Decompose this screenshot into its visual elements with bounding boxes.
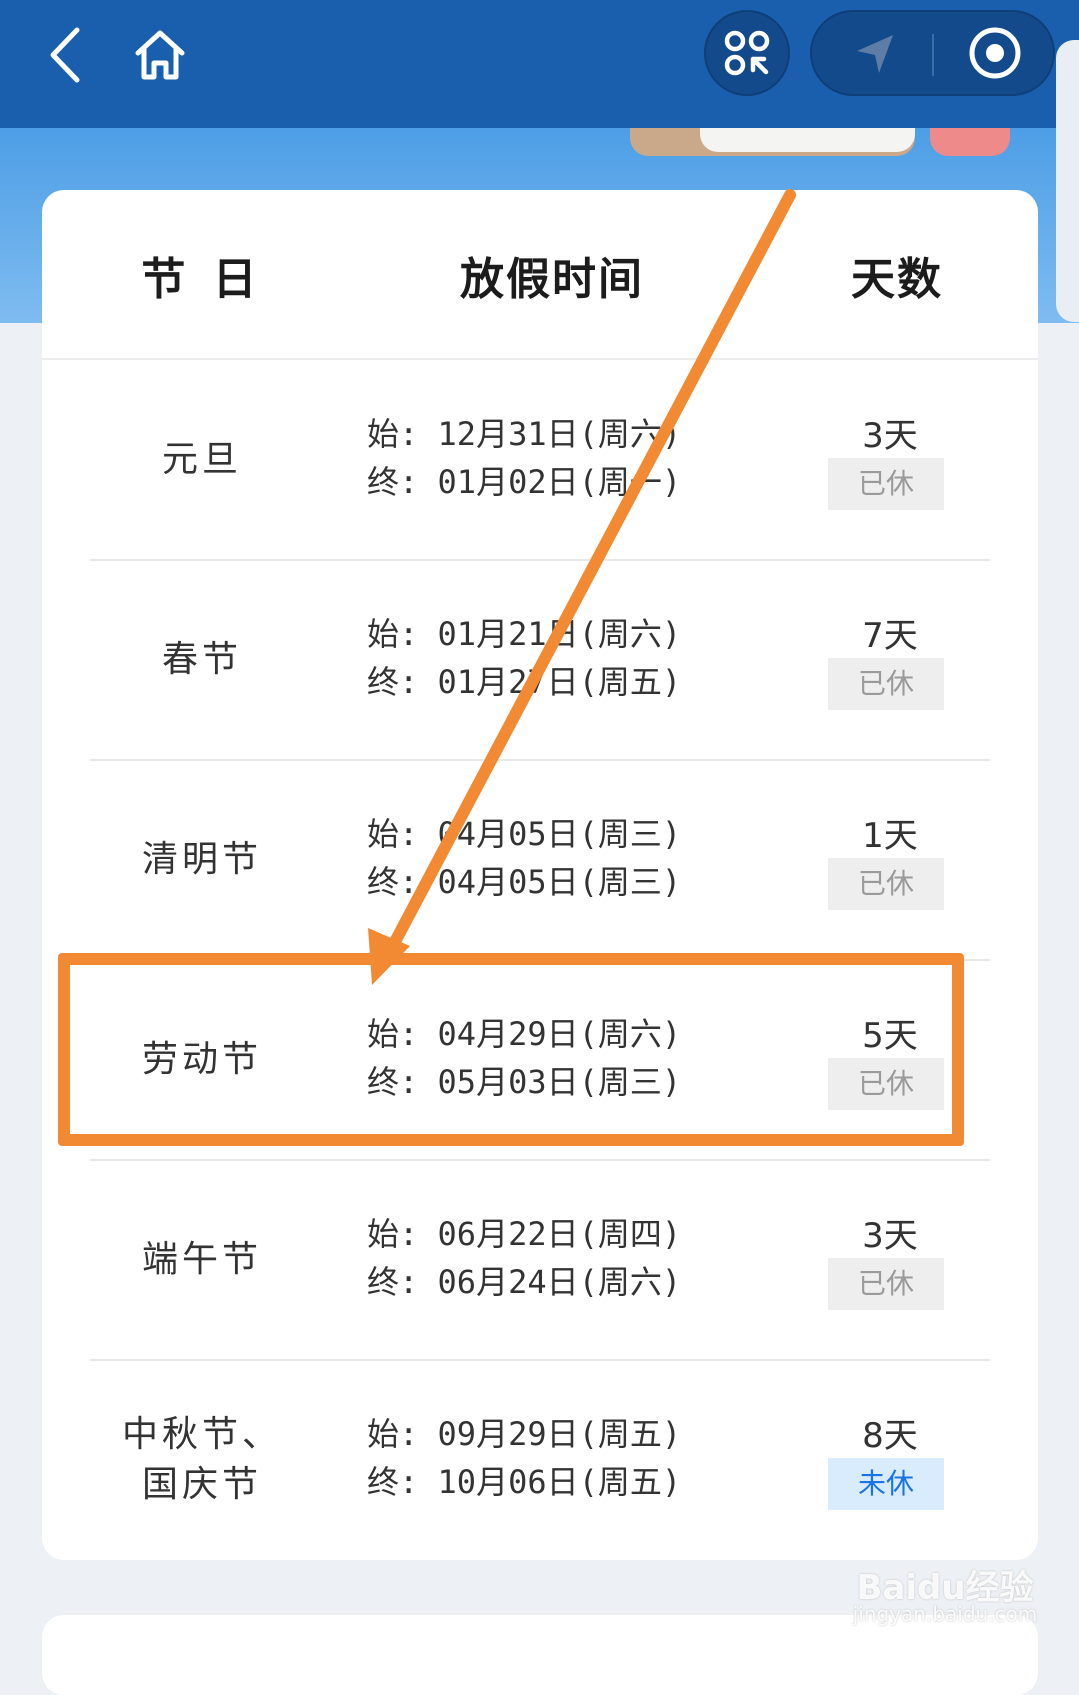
banner-illustration-cup: [930, 128, 1010, 156]
days-count: 3天: [862, 416, 918, 456]
close-button[interactable]: [952, 18, 1038, 88]
holiday-dates: 始: 01月21日(周六) 终: 01月27日(周五): [367, 610, 747, 706]
end-date: 终: 06月24日(周六): [367, 1263, 682, 1301]
festival-name-line2: 国庆节: [141, 1464, 262, 1505]
days-count: 7天: [862, 616, 918, 656]
festival-name: 端午节: [102, 1160, 302, 1360]
record-circle-icon: [969, 27, 1021, 79]
holiday-dates: 始: 06月22日(周四) 终: 06月24日(周六): [367, 1210, 747, 1306]
status-badge: 已休: [828, 858, 944, 910]
status-badge: 未休: [828, 1458, 944, 1510]
location-button[interactable]: [832, 20, 918, 86]
home-button[interactable]: [125, 20, 195, 90]
capsule-divider: [932, 34, 934, 76]
watermark-url: jingyan.baidu.com: [852, 1602, 1038, 1626]
festival-name-line1: 清明节: [141, 839, 262, 880]
start-date: 始: 04月05日(周三): [367, 815, 682, 853]
header-period: 放假时间: [460, 254, 644, 305]
holiday-dates: 始: 04月05日(周三) 终: 04月05日(周三): [367, 810, 747, 906]
back-button[interactable]: [30, 20, 100, 90]
festival-name: 元旦: [102, 360, 302, 560]
status-badge: 已休: [828, 458, 944, 510]
status-badge: 已休: [828, 658, 944, 710]
header-days: 天数: [851, 254, 943, 305]
days-count: 8天: [862, 1416, 918, 1456]
holiday-dates: 始: 12月31日(周六) 终: 01月02日(周一): [367, 410, 747, 506]
next-card: [42, 1615, 1038, 1695]
navigation-icon: [857, 35, 893, 73]
table-row: 中秋节、 国庆节 始: 09月29日(周五) 终: 10月06日(周五) 8天 …: [42, 1360, 1038, 1560]
mini-program-icon: [724, 30, 770, 76]
header-festival: 节 日: [141, 254, 263, 305]
start-date: 始: 01月21日(周六): [367, 615, 682, 653]
mini-program-button[interactable]: [704, 10, 790, 96]
table-row: 端午节 始: 06月22日(周四) 终: 06月24日(周六) 3天 已休: [42, 1160, 1038, 1360]
festival-name: 清明节: [102, 760, 302, 960]
festival-name-line1: 春节: [161, 639, 242, 680]
side-panel-edge: [1056, 40, 1079, 322]
start-date: 始: 12月31日(周六): [367, 415, 682, 453]
banner-illustration-paper: [700, 128, 915, 152]
end-date: 终: 01月27日(周五): [367, 663, 682, 701]
end-date: 终: 10月06日(周五): [367, 1463, 682, 1501]
highlight-box: [58, 953, 964, 1146]
festival-name-line1: 元旦: [161, 439, 242, 480]
start-date: 始: 06月22日(周四): [367, 1215, 682, 1253]
days-count: 3天: [862, 1216, 918, 1256]
festival-name-line1: 中秋节、: [121, 1414, 282, 1455]
start-date: 始: 09月29日(周五): [367, 1415, 682, 1453]
status-badge: 已休: [828, 1258, 944, 1310]
festival-name-line1: 端午节: [141, 1239, 262, 1280]
table-row: 元旦 始: 12月31日(周六) 终: 01月02日(周一) 3天 已休: [42, 360, 1038, 560]
capsule-menu: [810, 10, 1055, 96]
home-icon: [135, 30, 185, 80]
festival-name: 春节: [102, 560, 302, 760]
end-date: 终: 04月05日(周三): [367, 863, 682, 901]
chevron-left-icon: [50, 27, 80, 83]
table-row: 清明节 始: 04月05日(周三) 终: 04月05日(周三) 1天 已休: [42, 760, 1038, 960]
holiday-dates: 始: 09月29日(周五) 终: 10月06日(周五): [367, 1410, 747, 1506]
festival-name: 中秋节、 国庆节: [102, 1360, 302, 1560]
holiday-table-card: 节 日 放假时间 天数 元旦 始: 12月31日(周六) 终: 01月02日(周…: [42, 190, 1038, 1560]
table-row: 春节 始: 01月21日(周六) 终: 01月27日(周五) 7天 已休: [42, 560, 1038, 760]
days-count: 1天: [862, 816, 918, 856]
end-date: 终: 01月02日(周一): [367, 463, 682, 501]
